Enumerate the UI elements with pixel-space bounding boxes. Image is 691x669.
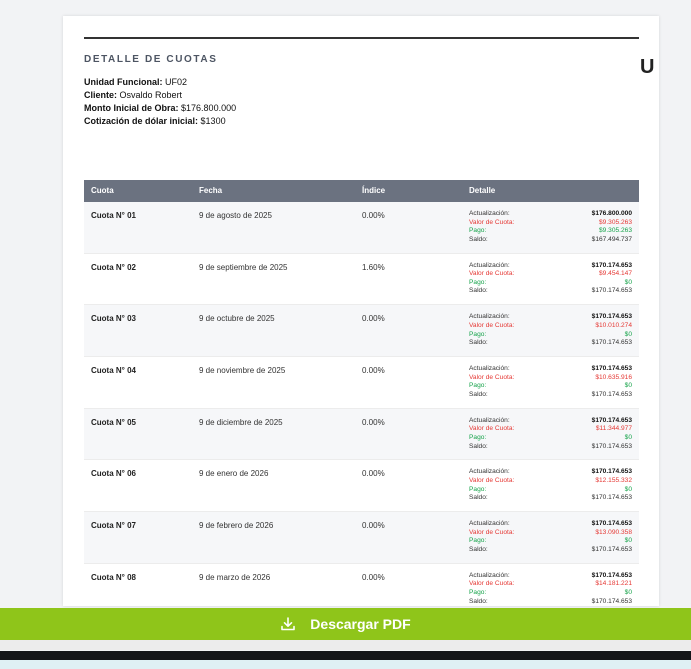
detail-valor-cuota: Valor de Cuota: $12.155.332 (469, 477, 632, 485)
installments-document: DETALLE DE CUOTAS Unidad Funcional: UF02… (63, 16, 659, 606)
detail-actualizacion: Actualización: $170.174.653 (469, 468, 632, 476)
detail-pago: Pago: $0 (469, 433, 632, 441)
detail-valor-cuota: Valor de Cuota: $14.181.221 (469, 580, 632, 588)
cell-fecha: 9 de enero de 2026 (199, 469, 269, 479)
table-row: Cuota N° 01 9 de agosto de 2025 0.00% Actua… (84, 202, 639, 254)
cell-detalle: Actualización: $170.174.653 Valor de Cuota… (469, 313, 632, 347)
cell-detalle: Actualización: $170.174.653 Valor de Cuota… (469, 262, 632, 296)
bottom-gap (0, 640, 691, 650)
document-top-rule (84, 37, 639, 39)
detail-pago: Pago: $0 (469, 330, 632, 338)
detail-saldo: Saldo: $167.494.737 (469, 235, 632, 243)
header-fecha: Fecha (199, 186, 223, 195)
table-row: Cuota N° 06 9 de enero de 2026 0.00% Actual… (84, 460, 639, 513)
cell-cuota: Cuota N° 02 (91, 262, 136, 272)
cell-cuota: Cuota N° 06 (91, 469, 136, 479)
detail-pago: Pago: $0 (469, 537, 632, 545)
cell-fecha: 9 de noviembre de 2025 (199, 366, 286, 376)
truncated-header-text: U (640, 56, 655, 78)
header-detalle: Detalle (469, 186, 496, 195)
detail-actualizacion: Actualización: $170.174.653 (469, 571, 632, 579)
detail-saldo: Saldo: $170.174.653 (469, 390, 632, 398)
table-row: Cuota N° 04 9 de noviembre de 2025 0.00% Ac… (84, 357, 639, 409)
cell-indice: 0.00% (362, 211, 385, 220)
cell-detalle: Actualización: $170.174.653 Valor de Cuota… (469, 468, 632, 502)
detail-pago: Pago: $0 (469, 485, 632, 493)
cell-fecha: 9 de agosto de 2025 (199, 211, 272, 220)
detail-saldo: Saldo: $170.174.653 (469, 287, 632, 295)
table-row: Cuota N° 08 9 de marzo de 2026 0.00% Actual… (84, 564, 639, 606)
info-unidad-funcional: Unidad Funcional: UF02 (84, 77, 188, 87)
detail-saldo: Saldo: $170.174.653 (469, 339, 632, 347)
cell-indice: 0.00% (362, 366, 385, 376)
detail-valor-cuota: Valor de Cuota: $13.090.358 (469, 528, 632, 536)
cell-indice: 0.00% (362, 572, 385, 582)
detail-actualizacion: Actualización: $176.800.000 (469, 210, 632, 217)
header-indice: Índice (362, 186, 386, 195)
table-row: Cuota N° 05 9 de diciembre de 2025 0.00% Ac… (84, 408, 639, 461)
detail-pago: Pago: $0 (469, 589, 632, 596)
detail-saldo: Saldo: $170.174.653 (469, 545, 632, 553)
cell-indice: 0.00% (362, 314, 385, 324)
detail-saldo: Saldo: $170.174.653 (469, 597, 632, 605)
detail-actualizacion: Actualización: $170.174.653 (469, 365, 632, 373)
detail-valor-cuota: Valor de Cuota: $10.010.274 (469, 321, 632, 329)
installments-table: Cuota Fecha Índice Detalle Cuota N° 01 9 … (84, 180, 639, 606)
document-title: DETALLE DE CUOTAS (84, 54, 218, 65)
download-pdf-button[interactable]: Descargar PDF (0, 608, 691, 640)
header-cuota: Cuota (91, 186, 114, 195)
detail-saldo: Saldo: $170.174.653 (469, 494, 632, 502)
detail-pago: Pago: $9.305.263 (469, 227, 632, 235)
cell-detalle: Actualización: $170.174.653 Valor de Cuota… (469, 572, 632, 606)
download-icon (281, 617, 296, 631)
cell-detalle: Actualización: $170.174.653 Valor de Cuota… (469, 417, 632, 451)
cell-fecha: 9 de octubre de 2025 (199, 314, 275, 324)
detail-actualizacion: Actualización: $170.174.653 (469, 416, 632, 424)
bottom-dark-bar (0, 651, 691, 660)
download-pdf-label: Descargar PDF (310, 616, 411, 632)
info-cliente: Cliente: Osvaldo Robert (84, 90, 183, 100)
bottom-light-bar (0, 660, 691, 669)
table-header: Cuota Fecha Índice Detalle (84, 180, 639, 202)
detail-pago: Pago: $0 (469, 278, 632, 286)
cell-indice: 0.00% (362, 521, 385, 531)
table-body: Cuota N° 01 9 de agosto de 2025 0.00% Actua… (84, 202, 639, 606)
cell-fecha: 9 de diciembre de 2025 (199, 417, 283, 427)
table-row: Cuota N° 07 9 de febrero de 2026 0.00% Actu… (84, 512, 639, 564)
cell-cuota: Cuota N° 08 (91, 572, 136, 582)
detail-valor-cuota: Valor de Cuota: $10.635.916 (469, 373, 632, 381)
detail-pago: Pago: $0 (469, 382, 632, 390)
detail-actualizacion: Actualización: $170.174.653 (469, 261, 632, 269)
detail-valor-cuota: Valor de Cuota: $9.305.263 (469, 218, 632, 226)
cell-detalle: Actualización: $170.174.653 Valor de Cuota… (469, 365, 632, 399)
detail-valor-cuota: Valor de Cuota: $9.454.147 (469, 270, 632, 278)
detail-actualizacion: Actualización: $170.174.653 (469, 313, 632, 321)
cell-detalle: Actualización: $170.174.653 Valor de Cuota… (469, 520, 632, 554)
cell-fecha: 9 de septiembre de 2025 (199, 262, 288, 272)
cell-fecha: 9 de marzo de 2026 (199, 572, 271, 582)
cell-cuota: Cuota N° 03 (91, 314, 136, 324)
cell-indice: 1.60% (362, 262, 385, 272)
cell-cuota: Cuota N° 04 (91, 366, 136, 376)
table-row: Cuota N° 02 9 de septiembre de 2025 1.60% A… (84, 254, 639, 306)
cell-detalle: Actualización: $176.800.000 Valor de Cuota… (469, 210, 632, 244)
cell-indice: 0.00% (362, 469, 385, 479)
info-monto-inicial: Monto Inicial de Obra: $176.800.000 (84, 103, 237, 113)
detail-valor-cuota: Valor de Cuota: $11.344.977 (469, 425, 632, 433)
detail-actualizacion: Actualización: $170.174.653 (469, 520, 632, 528)
document-info: Unidad Funcional: UF02 Cliente: Osvaldo … (84, 76, 236, 128)
cell-cuota: Cuota N° 01 (91, 211, 136, 220)
info-cotizacion: Cotización de dólar inicial: $1300 (84, 116, 226, 126)
detail-saldo: Saldo: $170.174.653 (469, 442, 632, 450)
cell-fecha: 9 de febrero de 2026 (199, 521, 274, 531)
cell-cuota: Cuota N° 05 (91, 417, 136, 427)
table-row: Cuota N° 03 9 de octubre de 2025 0.00% Actu… (84, 305, 639, 358)
cell-cuota: Cuota N° 07 (91, 521, 136, 531)
cell-indice: 0.00% (362, 417, 385, 427)
